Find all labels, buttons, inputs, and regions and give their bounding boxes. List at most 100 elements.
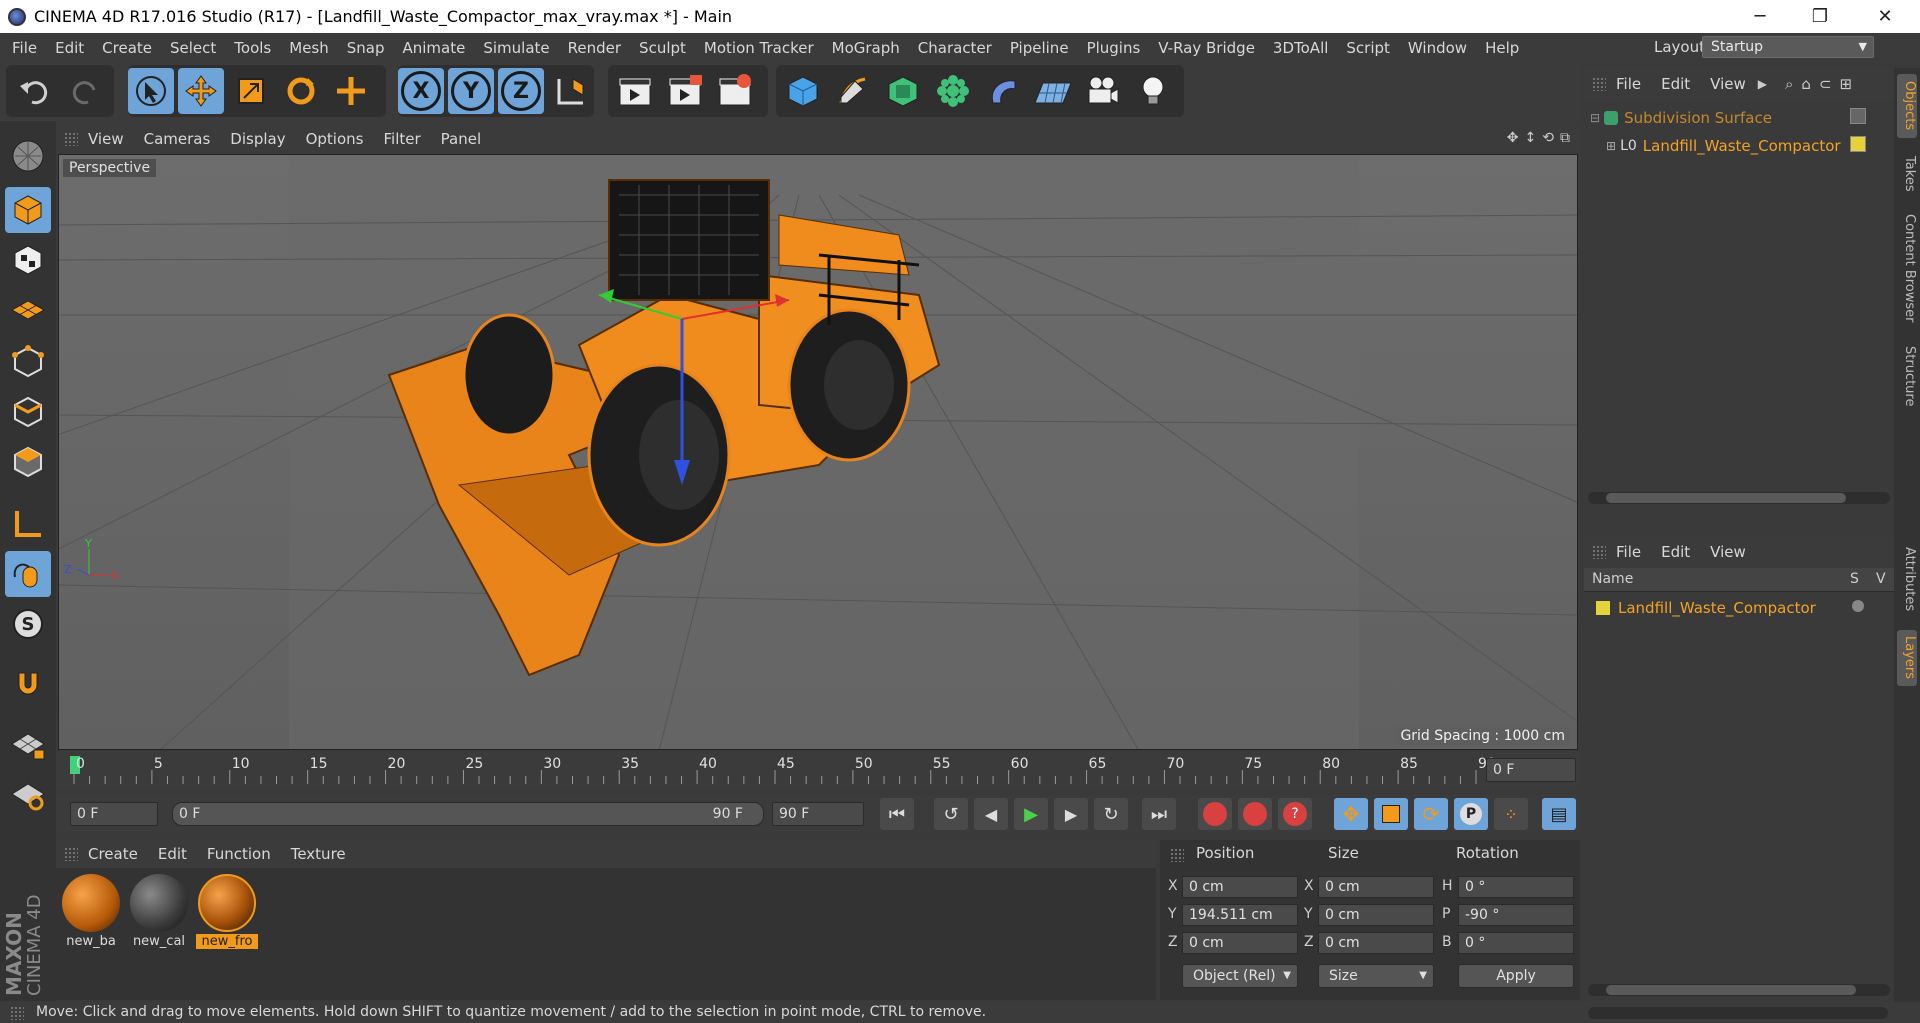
viewport-rotate-icon[interactable]: ⟲ [1542,130,1554,146]
horizontal-scrollbar[interactable] [1588,492,1890,504]
tab-attributes[interactable]: Attributes [1897,538,1917,620]
key-rotation-button[interactable]: ⟳ [1414,798,1448,830]
tab-content-browser[interactable]: Content Browser [1897,208,1917,328]
material-menu-texture[interactable]: Texture [281,845,356,863]
timeline-window-button[interactable]: ▤ [1542,798,1576,830]
menu-script[interactable]: Script [1337,39,1399,57]
layers-menu-edit[interactable]: Edit [1651,543,1700,561]
planar-workplane-button[interactable] [5,771,51,817]
material-swatch[interactable]: new_ba [60,872,122,954]
solo-button[interactable]: S [5,601,51,647]
camera-object-button[interactable] [1080,68,1126,114]
menu-select[interactable]: Select [161,39,225,57]
move-tool-button[interactable] [178,68,224,114]
tab-structure[interactable]: Structure [1897,340,1917,412]
scrollbar-thumb[interactable] [1606,985,1856,995]
key-parameter-button[interactable]: P [1454,798,1488,830]
menu-window[interactable]: Window [1399,39,1476,57]
column-visible[interactable]: V [1876,571,1886,587]
record-keys-button[interactable] [1198,798,1232,830]
menu-tools[interactable]: Tools [225,39,280,57]
viewport-3d[interactable]: Y X Z Perspective Grid Spacing : 1000 cm [58,154,1578,750]
size-mode-dropdown[interactable]: Size ▼ [1318,964,1434,988]
autokey-button[interactable] [1238,798,1272,830]
model-mode-button[interactable] [5,187,51,233]
snap-magnet-button[interactable] [5,661,51,707]
material-swatch[interactable]: new_cal [128,872,190,954]
material-menu-edit[interactable]: Edit [148,845,197,863]
rotation-b-field[interactable]: 0 ° [1458,932,1574,954]
tree-collapse-icon[interactable]: ⊟ [1590,111,1600,125]
z-axis-lock-button[interactable]: Z [498,68,544,114]
horizontal-scrollbar[interactable] [1588,984,1890,996]
next-frame-button[interactable]: ▶ [1054,798,1088,830]
generator-toggle-icon[interactable] [1850,108,1866,124]
y-axis-lock-button[interactable]: Y [448,68,494,114]
menu-plugins[interactable]: Plugins [1078,39,1150,57]
close-button[interactable]: ✕ [1855,0,1915,33]
menu-motion-tracker[interactable]: Motion Tracker [695,39,823,57]
maximize-button[interactable]: ❐ [1790,0,1850,33]
live-selection-button[interactable] [128,68,174,114]
locked-workplane-button[interactable] [5,721,51,767]
viewport-menu-display[interactable]: Display [220,130,295,148]
menu-mesh[interactable]: Mesh [280,39,338,57]
coordinate-mode-dropdown[interactable]: Object (Rel) ▼ [1182,964,1298,988]
deformer-bend-button[interactable] [980,68,1026,114]
size-x-field[interactable]: 0 cm [1318,876,1434,898]
floor-environment-button[interactable] [1030,68,1076,114]
apply-button[interactable]: Apply [1458,964,1574,988]
camera-label[interactable]: Perspective [63,159,157,177]
position-x-field[interactable]: 0 cm [1182,876,1298,898]
previous-key-button[interactable]: ↺ [934,798,968,830]
key-position-button[interactable]: ✥ [1334,798,1368,830]
menu-pipeline[interactable]: Pipeline [1001,39,1078,57]
material-menu-create[interactable]: Create [78,845,148,863]
edges-mode-button[interactable] [5,389,51,435]
frame-range-slider[interactable]: 0 F 90 F [172,802,764,826]
menu-edit[interactable]: Edit [46,39,93,57]
mograph-cloner-button[interactable] [930,68,976,114]
size-y-field[interactable]: 0 cm [1318,904,1434,926]
keyframe-selection-button[interactable]: ? [1278,798,1312,830]
chevron-right-icon[interactable]: ▶ [1758,77,1767,91]
viewport-menu-filter[interactable]: Filter [373,130,430,148]
layout-dropdown[interactable]: Startup ▼ [1702,36,1874,58]
position-y-field[interactable]: 194.511 cm [1182,904,1298,926]
layers-menu-view[interactable]: View [1700,543,1756,561]
viewport-menu-options[interactable]: Options [296,130,374,148]
position-z-field[interactable]: 0 cm [1182,932,1298,954]
play-button[interactable]: ▶ [1014,798,1048,830]
new-view-icon[interactable]: ⊞ [1840,75,1853,93]
texture-mode-button[interactable] [5,237,51,283]
rotation-h-field[interactable]: 0 ° [1458,876,1574,898]
tweak-mode-button[interactable] [5,551,51,597]
goto-start-button[interactable]: ⏮ [880,798,914,830]
viewport-menu-view[interactable]: View [78,130,134,148]
rotation-p-field[interactable]: -90 ° [1458,904,1574,926]
menu-3dtoall[interactable]: 3DToAll [1264,39,1337,57]
undo-button[interactable] [12,68,58,114]
points-mode-button[interactable] [5,339,51,385]
scale-tool-button[interactable] [228,68,274,114]
workplane-mode-button[interactable] [5,287,51,333]
render-to-picture-viewer-button[interactable] [662,68,708,114]
coordinate-system-button[interactable] [548,68,594,114]
objects-menu-file[interactable]: File [1606,75,1651,93]
subdivision-surface-button[interactable] [880,68,926,114]
size-z-field[interactable]: 0 cm [1318,932,1434,954]
objects-menu-edit[interactable]: Edit [1651,75,1700,93]
layer-color-chip[interactable] [1850,136,1866,152]
recent-tools-button[interactable] [328,68,374,114]
scrollbar-thumb[interactable] [1606,493,1846,503]
start-frame-field[interactable]: 0 F [70,802,158,826]
menu-sculpt[interactable]: Sculpt [630,39,695,57]
minimize-button[interactable]: ─ [1730,0,1790,33]
status-scrollbar[interactable] [1588,1007,1888,1019]
tree-expand-icon[interactable]: ⊞ [1606,139,1616,153]
next-key-button[interactable]: ↻ [1094,798,1128,830]
link-icon[interactable]: ⊂ [1819,75,1832,93]
viewport-menu-panel[interactable]: Panel [431,130,491,148]
tab-objects[interactable]: Objects [1897,74,1917,138]
rotate-tool-button[interactable] [278,68,324,114]
